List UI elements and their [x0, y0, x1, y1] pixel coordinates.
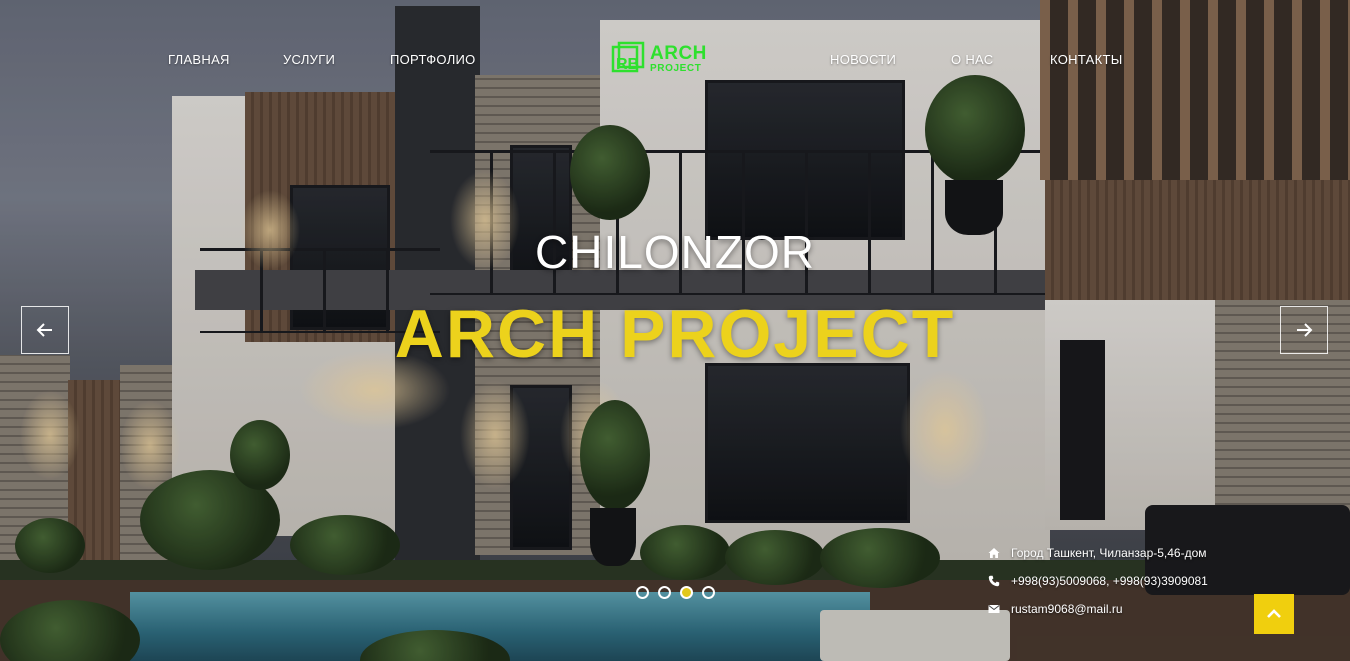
hero-subtitle: CHILONZOR [535, 226, 815, 278]
slider-prev-button[interactable] [21, 306, 69, 354]
slider-pagination [636, 586, 715, 599]
back-to-top-button[interactable] [1254, 594, 1294, 634]
nav-link-services[interactable]: УСЛУГИ [283, 52, 335, 67]
arrow-right-icon [1297, 323, 1313, 337]
contact-email-text[interactable]: rustam9068@mail.ru [1011, 602, 1123, 616]
envelope-icon [987, 602, 1001, 616]
contact-address: Город Ташкент, Чиланзар-5,46-дом [987, 546, 1207, 560]
slider-dot-4[interactable] [702, 586, 715, 599]
chevron-up-icon [1267, 609, 1281, 618]
home-icon [987, 546, 1001, 560]
nav-link-contacts[interactable]: КОНТАКТЫ [1050, 52, 1123, 67]
logo-text-project: PROJECT [650, 63, 702, 74]
site-logo[interactable]: RB ARCH PROJECT [610, 38, 722, 80]
slider-dot-2[interactable] [658, 586, 671, 599]
hero-title: ARCH PROJECT [394, 296, 956, 372]
contact-phone-text[interactable]: +998(93)5009068, +998(93)3909081 [1011, 574, 1208, 588]
contact-address-text: Город Ташкент, Чиланзар-5,46-дом [1011, 546, 1207, 560]
nav-link-news[interactable]: НОВОСТИ [830, 52, 896, 67]
logo-mark-icon: RB [611, 41, 645, 73]
slider-next-button[interactable] [1280, 306, 1328, 354]
svg-text:RB: RB [616, 56, 639, 73]
phone-icon [987, 574, 1001, 588]
slider-dot-1[interactable] [636, 586, 649, 599]
nav-link-about[interactable]: О НАС [951, 52, 993, 67]
logo-text-arch: ARCH [650, 43, 707, 64]
slider-dot-3-active[interactable] [680, 586, 693, 599]
contact-phone: +998(93)5009068, +998(93)3909081 [987, 574, 1208, 588]
arrow-left-icon [36, 323, 52, 337]
nav-link-portfolio[interactable]: ПОРТФОЛИО [390, 52, 476, 67]
contact-email: rustam9068@mail.ru [987, 602, 1123, 616]
nav-link-home[interactable]: ГЛАВНАЯ [168, 52, 230, 67]
